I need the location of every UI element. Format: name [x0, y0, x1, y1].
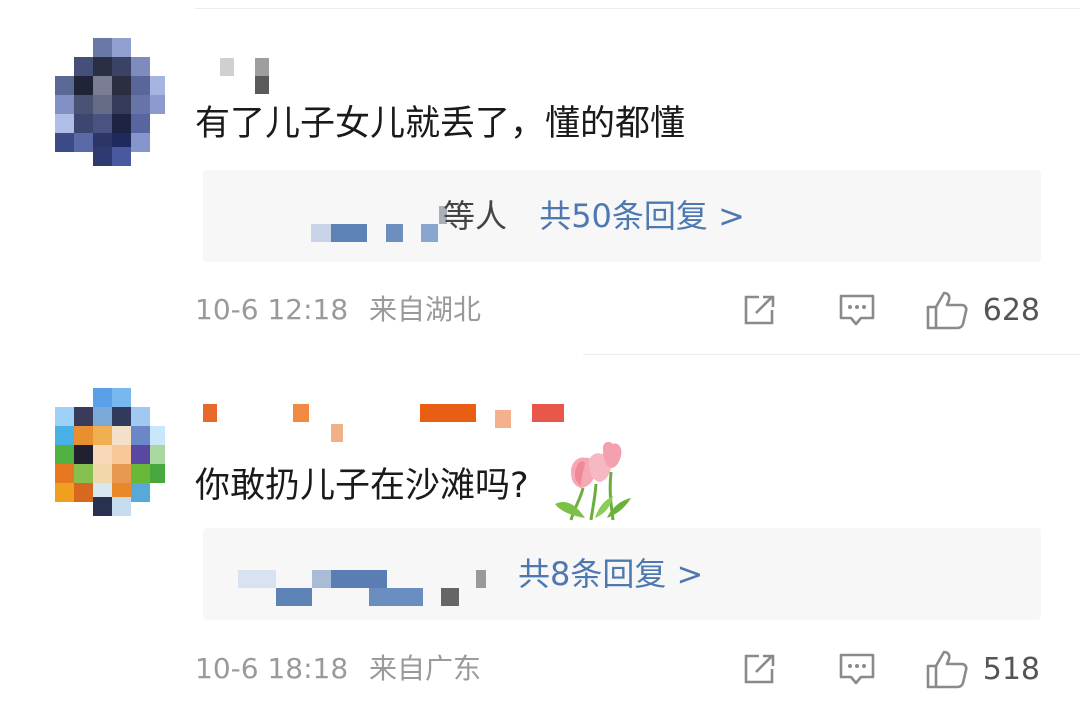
tulip-emoji-icon [554, 442, 631, 521]
comment-actions: 628 [741, 288, 1040, 332]
view-replies-link[interactable]: 共8条回复 > [518, 555, 703, 593]
share-icon [744, 654, 775, 684]
comment-text-content: 你敢扔儿子在沙滩吗? [195, 466, 529, 506]
username[interactable] [195, 58, 615, 94]
like-button[interactable]: 628 [925, 289, 1040, 331]
view-replies-link[interactable]: 共50条回复 > [539, 197, 745, 235]
comment-icon [839, 653, 875, 685]
username[interactable] [195, 404, 615, 442]
like-count: 518 [982, 651, 1040, 687]
comment-time: 10-6 18:18 [195, 652, 349, 685]
comment-time: 10-6 12:18 [195, 293, 349, 326]
comment-meta: 10-6 12:18 来自湖北 [195, 292, 481, 328]
avatar[interactable] [55, 388, 165, 516]
reply-preview[interactable]: 等人 共50条回复 > [203, 170, 1041, 262]
avatar[interactable] [55, 38, 165, 166]
like-button[interactable]: 518 [925, 648, 1040, 690]
comment-item: 有了儿子女儿就丢了，懂的都懂 等人 共50条回复 > 10-6 12:18 来自… [0, 0, 1080, 350]
thumbs-up-icon [926, 650, 968, 689]
comment-text: 有了儿子女儿就丢了，懂的都懂 [195, 104, 686, 144]
share-button[interactable] [741, 292, 779, 328]
comment-meta: 10-6 18:18 来自广东 [195, 651, 481, 687]
comment-icon [839, 294, 875, 326]
comment-button[interactable] [837, 651, 877, 687]
share-button[interactable] [741, 651, 779, 687]
comment-divider [583, 354, 1080, 355]
reply-people-suffix: 等人 [443, 197, 508, 235]
comment-actions: 518 [741, 647, 1040, 691]
like-count: 628 [982, 292, 1040, 328]
comment-text: 你敢扔儿子在沙滩吗? [195, 442, 637, 522]
thumbs-up-icon [926, 291, 968, 330]
comment-button[interactable] [837, 292, 877, 328]
share-icon [744, 295, 775, 325]
comment-item: 你敢扔儿子在沙滩吗? 共8条回复 > 10-6 18:18 来自广东 518 [0, 360, 1080, 718]
reply-preview[interactable]: 共8条回复 > [203, 528, 1041, 620]
comment-location: 来自广东 [369, 652, 482, 685]
comment-location: 来自湖北 [369, 293, 482, 326]
